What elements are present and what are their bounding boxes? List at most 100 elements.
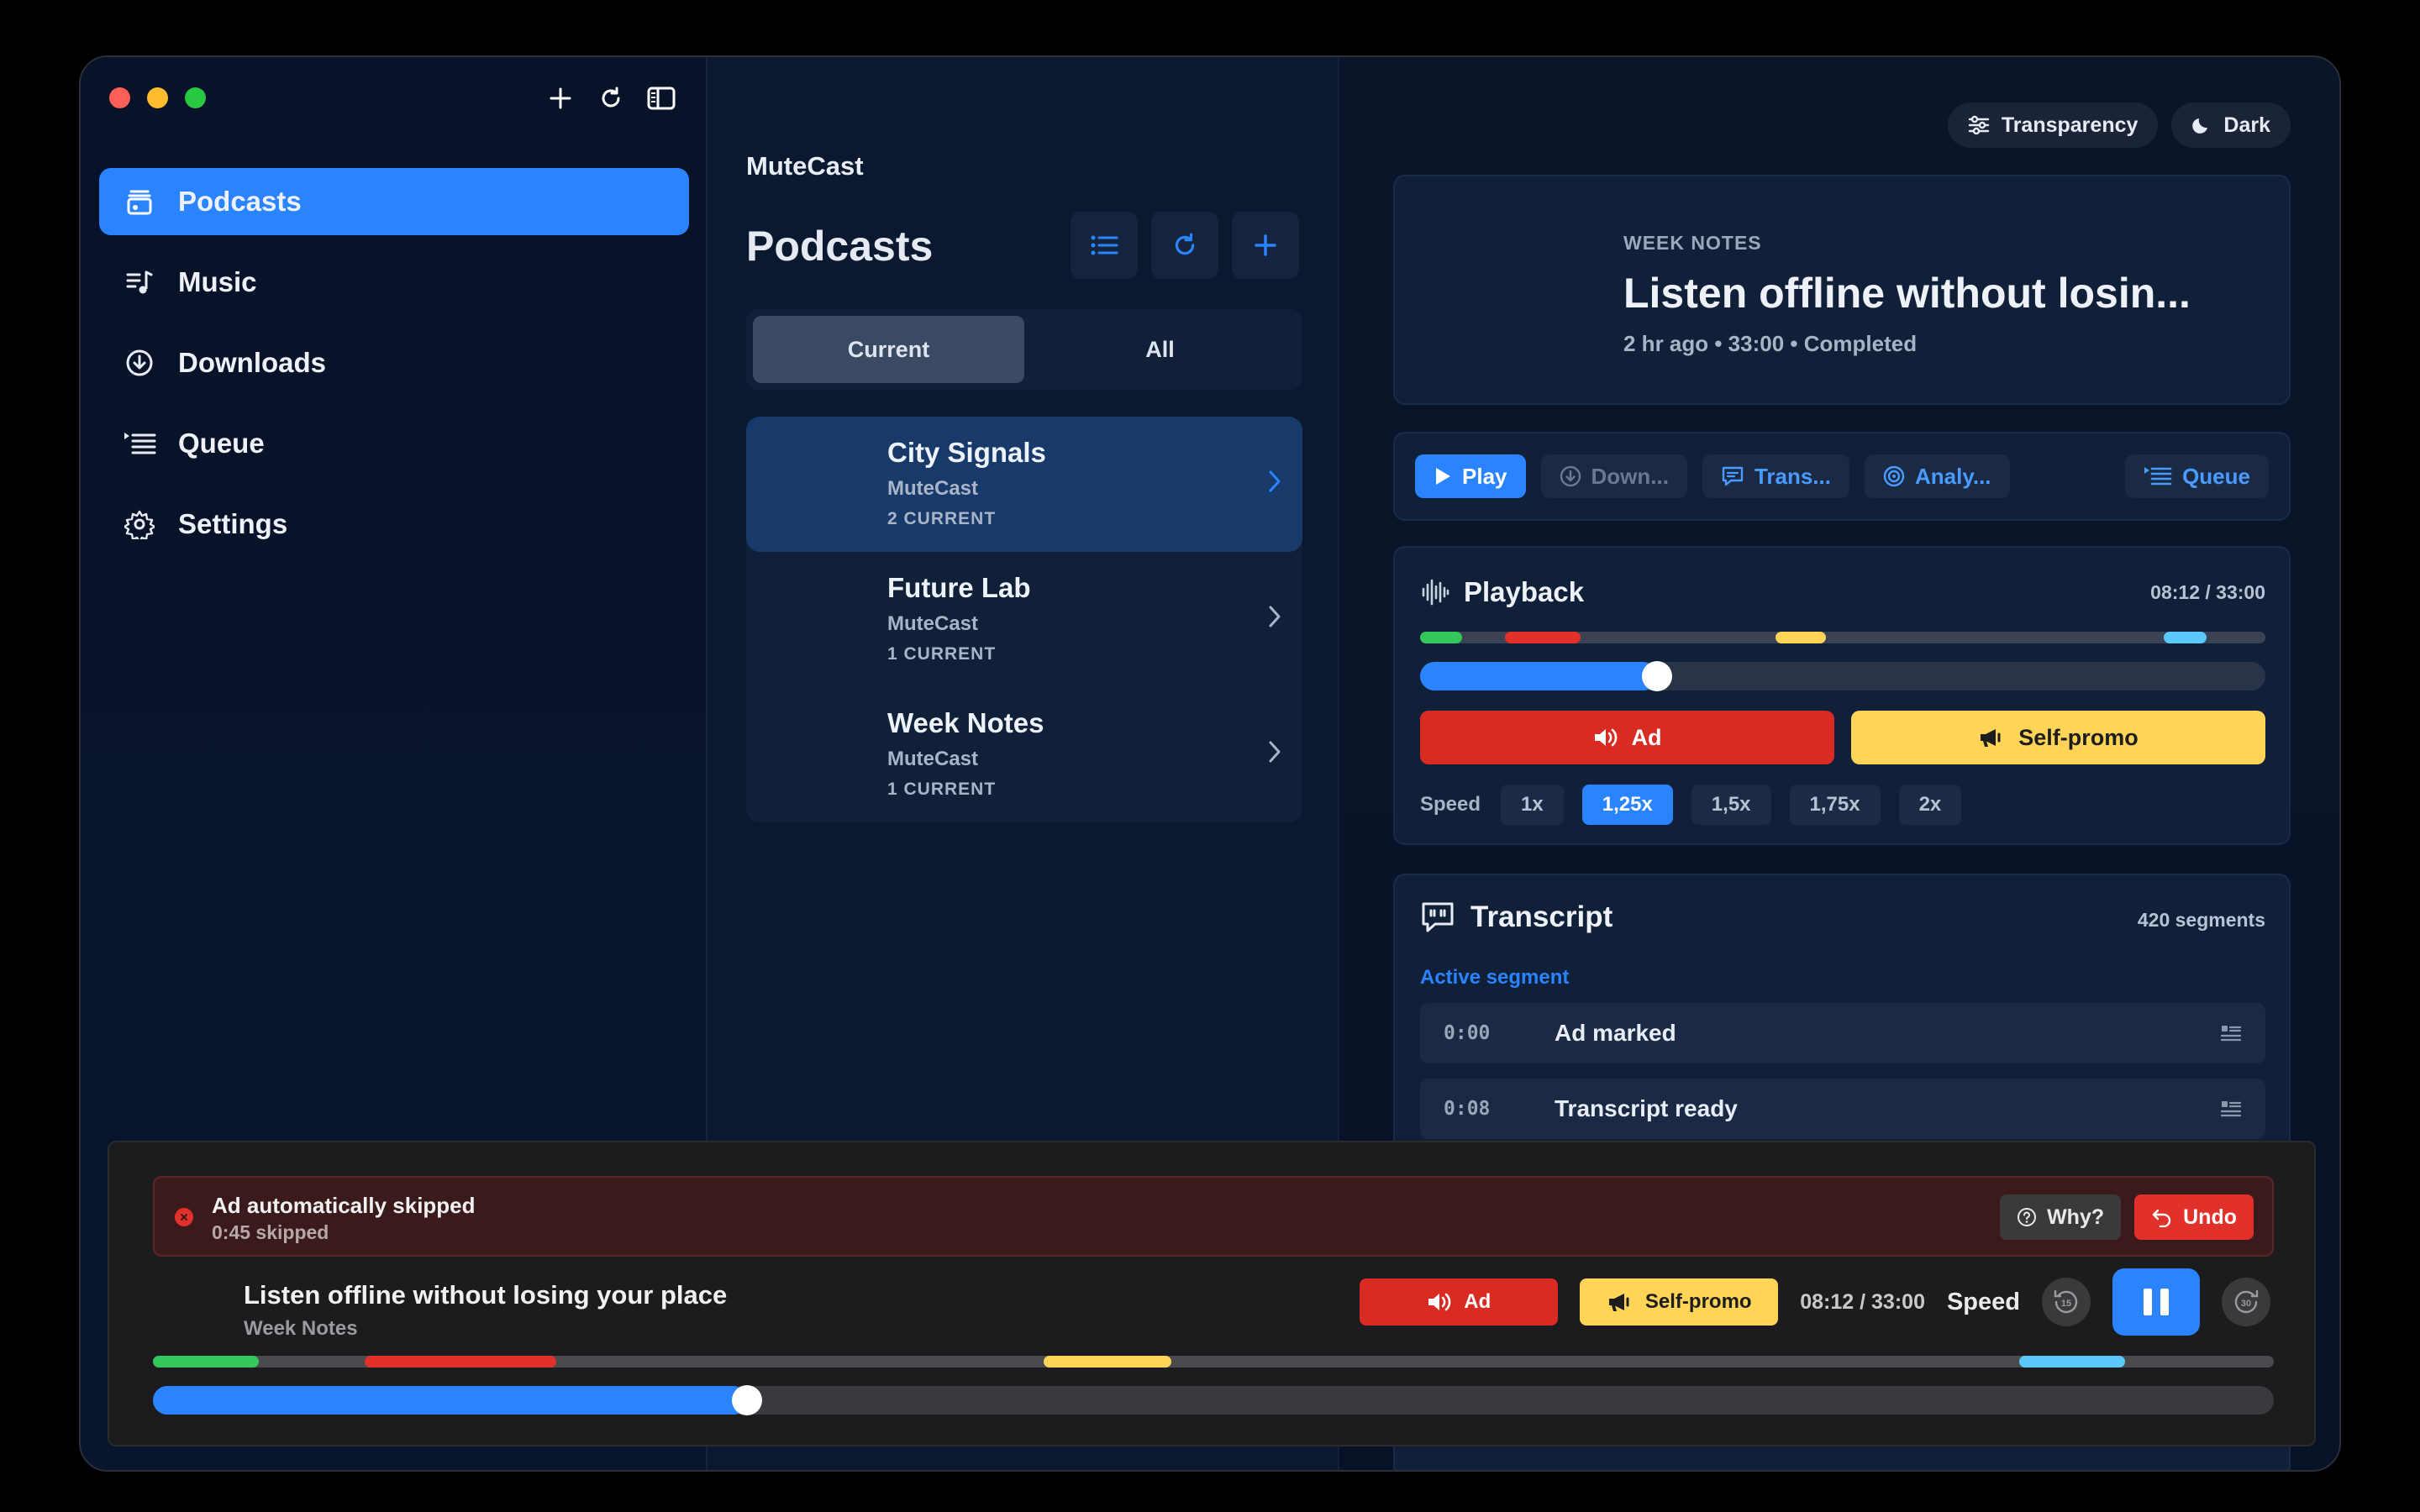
play-button[interactable]: Play [1415,454,1526,498]
target-icon [1883,465,1905,487]
close-window-button[interactable] [109,87,130,108]
add-icon[interactable] [544,82,576,114]
details-icon[interactable] [2220,1099,2242,1119]
podcast-publisher: MuteCast [887,612,979,635]
play-icon [1436,468,1450,485]
selfpromo-label: Self-promo [2018,724,2139,750]
download-icon [1560,465,1581,487]
analyze-label: Analy... [1914,463,1991,489]
minimize-window-button[interactable] [147,87,168,108]
waveform-icon [1422,579,1449,606]
speed-option-selected[interactable]: 1,25x [1581,785,1673,825]
tab-current[interactable]: Current [753,316,1024,383]
pause-icon-bar [2144,1289,2152,1315]
add-podcast-button[interactable] [1232,212,1299,279]
theme-label: Dark [2223,113,2270,137]
add-icon [1255,234,1276,256]
episode-hero-card: WEEK NOTES Listen offline without losin.… [1393,175,2291,405]
moon-icon [2192,118,2208,134]
episode-meta: 2 hr ago • 33:00 • Completed [1623,331,1918,356]
sidebar-item-podcasts[interactable]: Podcasts [99,168,689,235]
svg-text:30: 30 [2241,1299,2251,1309]
selfpromo-skip-button[interactable]: Self-promo [1580,1278,1779,1326]
why-button[interactable]: Why? [2000,1194,2122,1240]
add-to-queue-button[interactable]: Queue [2125,454,2269,498]
selfpromo-category-button[interactable]: Self-promo [1851,711,2265,764]
app-window: Podcasts Music Downloads Queue Settings … [79,55,2341,1472]
megaphone-icon [1981,729,2001,747]
transparency-button[interactable]: Transparency [1947,102,2159,148]
playback-time: 08:12 / 33:00 [2150,581,2265,603]
why-label: Why? [2047,1205,2105,1229]
playback-card: Playback 08:12 / 33:00 Ad Self-promo Spe… [1393,546,2291,845]
segment-marker-outro [2019,1356,2126,1368]
transcript-timestamp: 0:00 [1444,1022,1491,1044]
download-button[interactable]: Down... [1540,454,1687,498]
downloads-icon [123,346,156,380]
podcast-item-week-notes[interactable]: Week Notes MuteCast 1 CURRENT [746,687,1302,822]
sidebar-item-settings[interactable]: Settings [99,491,689,558]
transcript-row[interactable]: 0:00 Ad marked [1420,1003,2265,1063]
episode-show-name: WEEK NOTES [1623,232,1762,254]
ad-skip-button[interactable]: Ad [1360,1278,1559,1326]
segment-marker-intro [1420,632,1463,643]
segment-marker-self-promo [1044,1356,1171,1368]
sidebar-toolbar [544,82,677,114]
now-playing-show: Week Notes [244,1317,358,1340]
sidebar-item-downloads[interactable]: Downloads [99,329,689,396]
podcast-episode-count: 1 CURRENT [887,780,997,799]
pause-button[interactable] [2112,1268,2200,1336]
queue-icon [123,427,156,460]
speed-option[interactable]: 2x [1898,785,1962,825]
top-pills: Transparency Dark [1947,102,2291,148]
chat-bubble-icon [1722,466,1744,486]
now-playing-segment-track [153,1356,2274,1368]
segment-marker-self-promo [1775,632,1826,643]
tab-all[interactable]: All [1024,316,1296,383]
podcast-item-city-signals[interactable]: City Signals MuteCast 2 CURRENT [746,417,1302,552]
speed-option[interactable]: 1,75x [1789,785,1881,825]
skip-back-15-button[interactable]: 15 [2042,1278,2091,1326]
sidebar-item-label: Queue [178,428,265,459]
podcast-name: City Signals [887,437,1046,468]
analyze-button[interactable]: Analy... [1864,454,2010,498]
refresh-icon[interactable] [595,82,627,114]
speed-option[interactable]: 1x [1501,785,1564,825]
details-icon[interactable] [2220,1023,2242,1043]
scrubber-handle[interactable] [1641,661,1672,691]
playback-scrubber[interactable] [1420,661,2265,691]
theme-toggle-button[interactable]: Dark [2171,102,2291,148]
page-title: Podcasts [746,223,934,270]
scrubber-handle[interactable] [731,1385,762,1415]
undo-button[interactable]: Undo [2134,1194,2254,1240]
skip-forward-30-button[interactable]: 30 [2222,1278,2270,1326]
transcript-segment-count: 420 segments [2137,909,2265,931]
episode-actions: Play Down... Trans... Analy... Queue [1393,432,2291,521]
ad-category-button[interactable]: Ad [1420,711,1834,764]
skip-notification-subtitle: 0:45 skipped [212,1221,329,1243]
zoom-window-button[interactable] [185,87,206,108]
sidebar-toggle-icon[interactable] [645,82,677,114]
transcript-row[interactable]: 0:08 Transcript ready [1420,1079,2265,1139]
podcast-item-future-lab[interactable]: Future Lab MuteCast 1 CURRENT [746,552,1302,687]
sidebar-item-music[interactable]: Music [99,249,689,316]
queue-label: Queue [2182,463,2250,489]
transcript-button[interactable]: Trans... [1702,454,1849,498]
sidebar-item-queue[interactable]: Queue [99,410,689,477]
refresh-button[interactable] [1151,212,1218,279]
refresh-icon [1175,233,1195,255]
sidebar-item-label: Podcasts [178,186,302,217]
active-segment-link[interactable]: Active segment [1420,966,1569,990]
podcast-publisher: MuteCast [887,477,979,500]
podcasts-icon [123,185,156,218]
selfpromo-label: Self-promo [1644,1290,1752,1313]
skip-category-buttons: Ad Self-promo [1420,711,2265,764]
skip-back-15-icon: 15 [2054,1289,2078,1314]
list-view-button[interactable] [1071,212,1138,279]
speaker-icon [1594,728,1617,747]
speed-button[interactable]: Speed [1947,1289,2020,1316]
speed-option[interactable]: 1,5x [1691,785,1771,825]
sidebar-nav: Podcasts Music Downloads Queue Settings [99,168,689,571]
now-playing-scrubber[interactable] [153,1385,2274,1415]
skip-notification-banner: Ad automatically skipped 0:45 skipped Wh… [153,1176,2274,1257]
